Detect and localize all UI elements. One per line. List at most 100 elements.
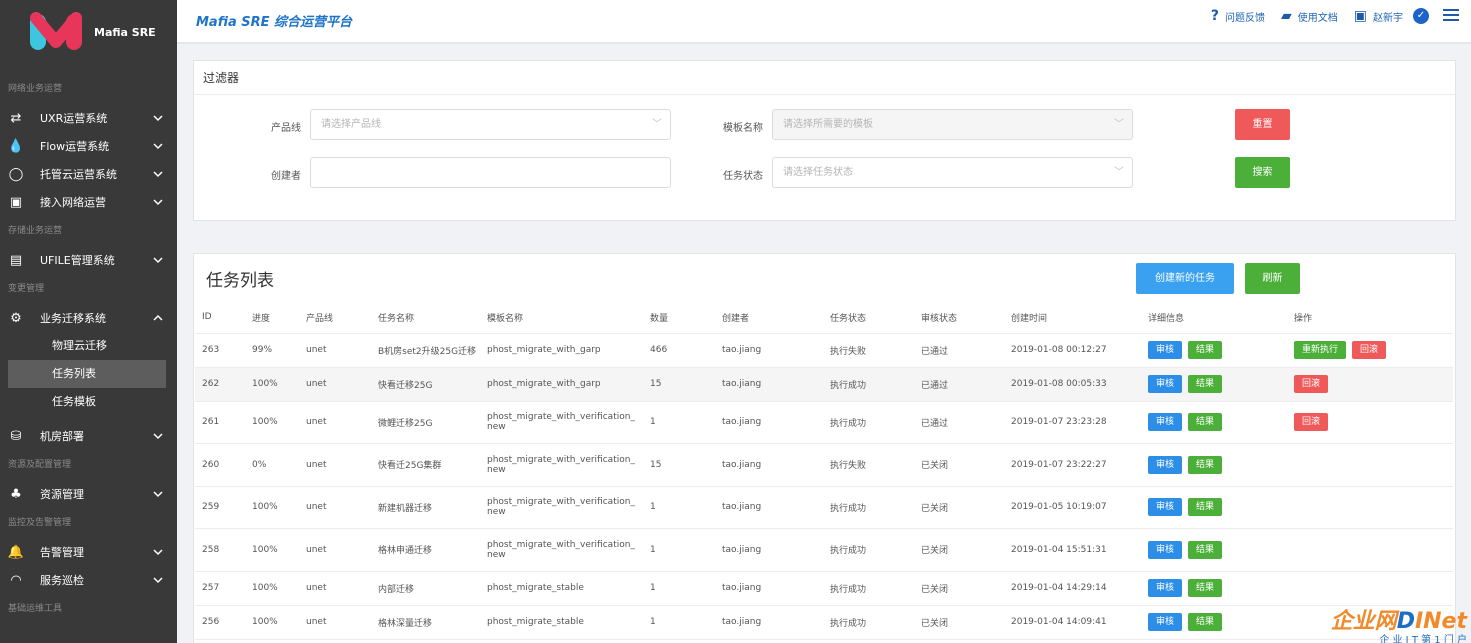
nav-sub-task-list[interactable]: 任务列表: [8, 360, 166, 388]
feedback-link[interactable]: 问题反馈: [1225, 9, 1265, 24]
menu-icon[interactable]: [1443, 8, 1459, 24]
rollback-button[interactable]: 回滚: [1294, 375, 1329, 393]
result-button[interactable]: 结果: [1188, 375, 1223, 393]
chevron-down-icon: [153, 112, 163, 125]
creator-input[interactable]: [310, 157, 671, 188]
nav-patrol[interactable]: ◠ 服务巡检: [0, 566, 177, 594]
cell-detail: 审核 结果: [1141, 528, 1287, 572]
template-label: 模板名称: [723, 123, 763, 134]
nav-sub-task-template[interactable]: 任务模板: [0, 388, 177, 416]
review-button[interactable]: 审核: [1148, 540, 1183, 559]
question-icon[interactable]: ?: [1211, 8, 1219, 24]
cell-id: 262: [195, 367, 245, 402]
product-select[interactable]: 请选择产品线 ﹀: [310, 109, 671, 140]
cell-id: 256: [195, 605, 245, 640]
cell-audit: 已关闭: [914, 486, 1004, 529]
status-label: 任务状态: [723, 171, 763, 182]
nav-ufile[interactable]: ▤ UFILE管理系统: [0, 246, 177, 274]
filter-title: 过滤器: [194, 61, 1455, 95]
cell-name: 内部迁移: [371, 571, 480, 606]
sidebar: Mafia SRE 网络业务运营 ⇄ UXR运营系统 💧 Flow运营系统 ◯ …: [0, 0, 177, 643]
nav-label: 服务巡检: [40, 574, 84, 587]
rerun-button[interactable]: 重新执行: [1294, 341, 1347, 359]
user-card-icon: ▣: [1353, 8, 1367, 24]
result-button[interactable]: 结果: [1188, 613, 1223, 631]
cell-id: 257: [195, 571, 245, 606]
nav-migrate[interactable]: ⚙ 业务迁移系统: [0, 304, 177, 332]
chevron-up-icon: [153, 312, 163, 325]
cell-ops: 重新执行 回滚: [1287, 333, 1453, 368]
nav-flow[interactable]: 💧 Flow运营系统: [0, 132, 177, 160]
col-status: 任务状态: [823, 302, 914, 334]
result-button[interactable]: 结果: [1188, 455, 1223, 474]
cell-detail: 审核 结果: [1141, 605, 1287, 640]
brand-logo[interactable]: Mafia SRE: [0, 0, 177, 64]
cell-product: unet: [299, 486, 371, 529]
rollback-button[interactable]: 回滚: [1294, 413, 1329, 431]
cell-time: 2019-01-04 14:09:41: [1004, 605, 1141, 640]
verified-icon[interactable]: ✓: [1413, 8, 1429, 24]
template-placeholder: 请选择所需要的模板: [783, 119, 873, 130]
table-row: 262 100% unet 快看迁移25G phost_migrate_with_gar…: [195, 367, 1453, 402]
review-button[interactable]: 审核: [1148, 613, 1183, 631]
review-button[interactable]: 审核: [1148, 341, 1183, 359]
table-row: 263 99% unet B机房set2升级25G迁移 phost_migrate_wi…: [195, 333, 1453, 368]
cell-creator: tao.jiang: [715, 528, 823, 572]
nav-access[interactable]: ▣ 接入网络运营: [0, 188, 177, 216]
review-button[interactable]: 审核: [1148, 413, 1183, 431]
user-name[interactable]: 赵新宇: [1373, 9, 1403, 24]
book-icon[interactable]: ▰: [1281, 8, 1292, 24]
cell-qty: 1: [643, 486, 715, 529]
create-task-button[interactable]: 创建新的任务: [1136, 263, 1234, 294]
table-header-row: ID 进度 产品线 任务名称 模板名称 数量 创建者 任务状态 审核状态 创建时…: [195, 302, 1453, 334]
section-tools: 基础运维工具: [8, 604, 63, 614]
review-button[interactable]: 审核: [1148, 455, 1183, 474]
search-button[interactable]: 搜索: [1235, 157, 1290, 188]
docs-link[interactable]: 使用文档: [1298, 9, 1338, 24]
bell-icon: 🔔: [7, 544, 25, 560]
archive-icon: ▤: [9, 252, 23, 268]
chevron-down-icon: [153, 140, 163, 153]
result-button[interactable]: 结果: [1188, 579, 1223, 597]
nav-deploy[interactable]: ⛁ 机房部署: [0, 422, 177, 450]
table-row: 259 100% unet 新建机器迁移 phost_migrate_with_veri…: [195, 486, 1453, 529]
review-button[interactable]: 审核: [1148, 498, 1183, 516]
nav-sub-physical-migrate[interactable]: 物理云迁移: [0, 332, 177, 360]
cell-audit: 已关闭: [914, 571, 1004, 606]
result-button[interactable]: 结果: [1188, 413, 1223, 431]
cell-name: 格林深量迁移: [371, 605, 480, 640]
cell-progress: 100%: [245, 486, 299, 529]
result-button[interactable]: 结果: [1188, 498, 1223, 516]
database-icon: ⛁: [10, 428, 22, 444]
review-button[interactable]: 审核: [1148, 375, 1183, 393]
nav-cloud[interactable]: ◯ 托管云运营系统: [0, 160, 177, 188]
status-select[interactable]: 请选择任务状态 ﹀: [772, 157, 1133, 188]
cell-status: 执行成功: [823, 571, 914, 606]
reset-button[interactable]: 重置: [1235, 109, 1290, 140]
status-placeholder: 请选择任务状态: [783, 167, 853, 178]
cell-id: 258: [195, 528, 245, 572]
result-button[interactable]: 结果: [1188, 540, 1223, 559]
nav-uxr[interactable]: ⇄ UXR运营系统: [0, 104, 177, 132]
nav-alarm[interactable]: 🔔 告警管理: [0, 538, 177, 566]
template-select[interactable]: 请选择所需要的模板 ﹀: [772, 109, 1133, 140]
cell-qty: 1: [643, 401, 715, 444]
rollback-button[interactable]: 回滚: [1352, 341, 1387, 359]
nav-label: 接入网络运营: [40, 196, 106, 209]
brand-name: Mafia SRE: [94, 25, 156, 39]
result-button[interactable]: 结果: [1188, 341, 1223, 359]
review-button[interactable]: 审核: [1148, 579, 1183, 597]
section-resource: 资源及配置管理: [8, 460, 72, 470]
col-audit: 审核状态: [914, 302, 1004, 334]
col-time: 创建时间: [1004, 302, 1141, 334]
cell-id: 263: [195, 333, 245, 368]
cell-template: phost_migrate_with_verification_new: [480, 443, 643, 487]
cell-ops: 回滚: [1287, 401, 1453, 444]
cell-detail: 审核 结果: [1141, 443, 1287, 487]
cell-creator: tao.jiang: [715, 571, 823, 606]
refresh-button[interactable]: 刷新: [1245, 263, 1300, 294]
cell-product: unet: [299, 401, 371, 444]
nav-resource[interactable]: ♣ 资源管理: [0, 480, 177, 508]
chevron-down-icon: ﹀: [652, 119, 662, 130]
nav-label: 托管云运营系统: [40, 168, 117, 181]
